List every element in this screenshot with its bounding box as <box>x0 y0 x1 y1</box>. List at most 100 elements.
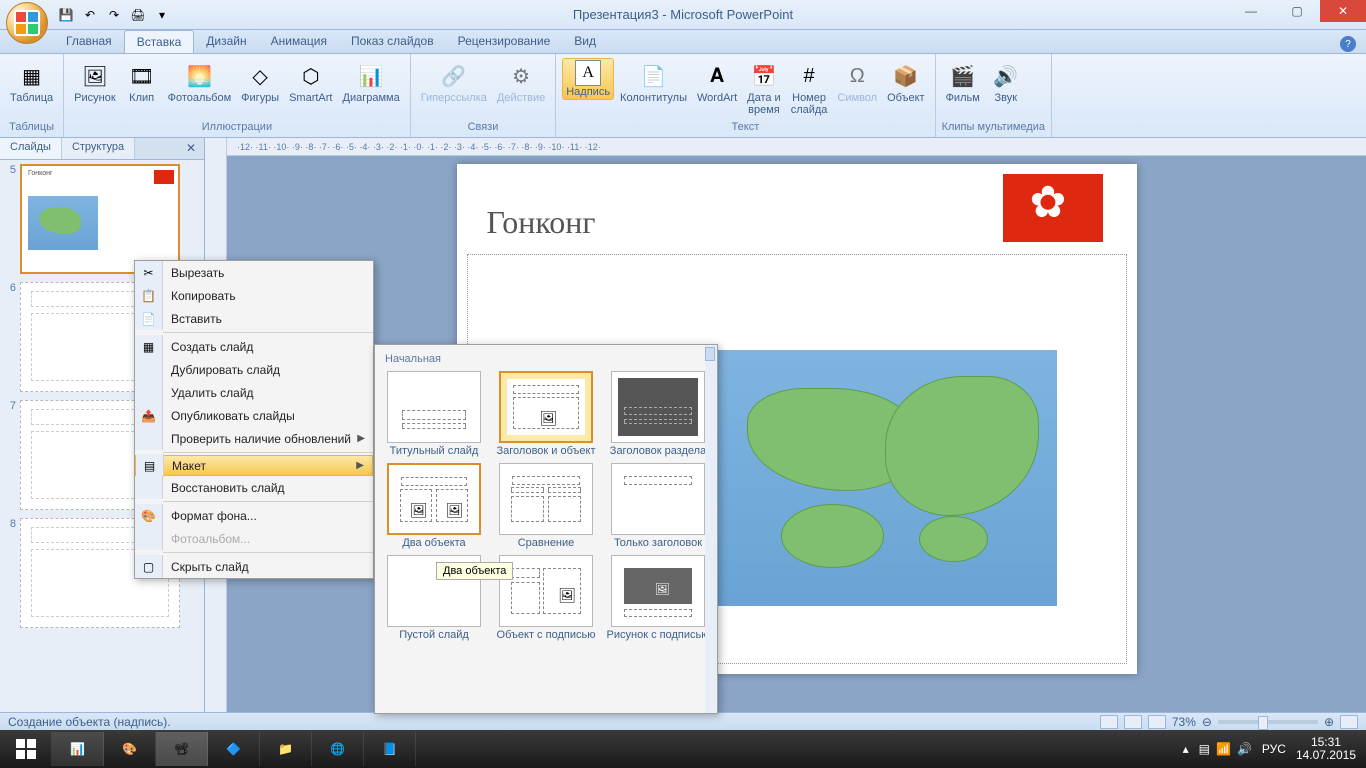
layout-option[interactable]: Сравнение <box>493 463 599 549</box>
ribbon-tab-3[interactable]: Анимация <box>259 30 339 53</box>
layout-option[interactable]: 🖼Заголовок и объект <box>493 371 599 457</box>
textbox-icon: A <box>575 60 601 86</box>
slide-title-text[interactable]: Гонконг <box>487 204 596 241</box>
taskbar-explorer-icon[interactable]: 📁 <box>260 732 312 766</box>
number-button[interactable]: #Номерслайда <box>787 58 832 118</box>
menu-item-icon: ▤ <box>136 454 164 477</box>
layout-option[interactable]: 🖼Рисунок с подписью <box>605 555 711 641</box>
taskbar-powerpoint-icon[interactable]: 📽 <box>156 732 208 766</box>
zoom-in-button[interactable]: ⊕ <box>1324 715 1334 729</box>
layout-option[interactable]: 🖼🖼Два объекта <box>381 463 487 549</box>
view-normal-button[interactable] <box>1100 715 1118 729</box>
context-menu-item[interactable]: Дублировать слайд <box>135 358 373 381</box>
table-button[interactable]: ▦Таблица <box>6 58 57 106</box>
tab-slides[interactable]: Слайды <box>0 138 62 159</box>
chart-button[interactable]: 📊Диаграмма <box>339 58 404 106</box>
save-icon[interactable]: 💾 <box>56 5 76 25</box>
slide-thumbnail[interactable]: Гонконг <box>20 164 180 274</box>
zoom-out-button[interactable]: ⊖ <box>1202 715 1212 729</box>
tray-date[interactable]: 14.07.2015 <box>1296 749 1356 762</box>
textbox-button[interactable]: AНадпись <box>562 58 614 100</box>
ribbon-tab-4[interactable]: Показ слайдов <box>339 30 446 53</box>
header-button[interactable]: 📄Колонтитулы <box>616 58 691 106</box>
context-menu-item[interactable]: Удалить слайд <box>135 381 373 404</box>
undo-icon[interactable]: ↶ <box>80 5 100 25</box>
taskbar-app-icon[interactable]: 🔷 <box>208 732 260 766</box>
tray-network-icon[interactable]: 📶 <box>1216 742 1231 756</box>
start-button[interactable] <box>0 732 52 766</box>
context-menu-item[interactable]: Восстановить слайд <box>135 476 373 499</box>
group-label: Текст <box>562 121 928 135</box>
layout-scrollbar[interactable] <box>705 345 717 713</box>
menu-item-icon: ▦ <box>135 335 163 358</box>
tray-language[interactable]: РУС <box>1262 742 1286 756</box>
context-menu-item[interactable]: 🎨Формат фона... <box>135 504 373 527</box>
context-menu-item[interactable]: ▦Создать слайд <box>135 335 373 358</box>
wordart-button[interactable]: 𝐀WordArt <box>693 58 741 106</box>
print-icon[interactable]: 🖨 <box>128 5 148 25</box>
view-sorter-button[interactable] <box>1124 715 1142 729</box>
tab-outline[interactable]: Структура <box>62 138 135 159</box>
smartart-button[interactable]: ⬡SmartArt <box>285 58 336 106</box>
maximize-button[interactable]: ▢ <box>1274 0 1320 22</box>
redo-icon[interactable]: ↷ <box>104 5 124 25</box>
ribbon-tab-5[interactable]: Рецензирование <box>446 30 563 53</box>
tray-volume-icon[interactable]: 🔊 <box>1237 742 1252 756</box>
context-menu-item[interactable]: ▢Скрыть слайд <box>135 555 373 578</box>
taskbar-paint-icon[interactable]: 🎨 <box>104 732 156 766</box>
menu-item-icon <box>135 527 163 550</box>
clip-button[interactable]: 🎞Клип <box>122 58 162 106</box>
zoom-level: 73% <box>1172 715 1196 729</box>
ribbon-tab-0[interactable]: Главная <box>54 30 124 53</box>
header-icon: 📄 <box>638 60 670 92</box>
help-button[interactable]: ? <box>1340 36 1356 52</box>
context-menu-item[interactable]: 📄Вставить <box>135 307 373 330</box>
ribbon-group: 🎬Фильм🔊ЗвукКлипы мультимедиа <box>936 54 1052 137</box>
layout-option[interactable]: Заголовок раздела <box>605 371 711 457</box>
symbol-button: ΩСимвол <box>833 58 881 106</box>
ribbon-tab-2[interactable]: Дизайн <box>194 30 258 53</box>
context-menu-item[interactable]: 📋Копировать <box>135 284 373 307</box>
picture-icon: 🖼 <box>79 60 111 92</box>
group-label: Таблицы <box>6 121 57 135</box>
tray-action-center-icon[interactable]: ▤ <box>1199 742 1210 756</box>
window-title: Презентация3 - Microsoft PowerPoint <box>573 7 793 22</box>
zoom-slider[interactable] <box>1218 720 1318 724</box>
date-button[interactable]: 📅Дата ивремя <box>743 58 785 118</box>
taskbar-word-icon[interactable]: 📘 <box>364 732 416 766</box>
fit-button[interactable] <box>1340 715 1358 729</box>
context-menu-item[interactable]: 📤Опубликовать слайды <box>135 404 373 427</box>
qat-dropdown-icon[interactable]: ▾ <box>152 5 172 25</box>
symbol-icon: Ω <box>841 60 873 92</box>
context-menu-item[interactable]: ✂Вырезать <box>135 261 373 284</box>
layout-submenu: Начальная Титульный слайд🖼Заголовок и об… <box>374 344 718 714</box>
layout-option[interactable]: Титульный слайд <box>381 371 487 457</box>
wordart-icon: 𝐀 <box>701 60 733 92</box>
office-logo-icon <box>14 10 40 36</box>
context-menu-item[interactable]: ▤Макет▶ <box>135 455 373 476</box>
menu-item-icon <box>135 381 163 404</box>
panel-close-button[interactable]: ✕ <box>178 138 204 159</box>
slide-number: 6 <box>4 282 20 392</box>
taskbar-excel-icon[interactable]: 📊 <box>52 732 104 766</box>
system-tray: ▴ ▤ 📶 🔊 РУС 15:31 14.07.2015 <box>1183 736 1366 762</box>
office-button[interactable] <box>6 2 48 44</box>
view-slideshow-button[interactable] <box>1148 715 1166 729</box>
hong-kong-flag-icon[interactable] <box>1003 174 1103 242</box>
object-button[interactable]: 📦Объект <box>883 58 928 106</box>
tray-up-icon[interactable]: ▴ <box>1183 742 1189 756</box>
context-menu-item[interactable]: Проверить наличие обновлений▶ <box>135 427 373 450</box>
map-image[interactable] <box>713 350 1057 606</box>
ribbon-tab-6[interactable]: Вид <box>562 30 608 53</box>
sound-button[interactable]: 🔊Звук <box>986 58 1026 106</box>
minimize-button[interactable]: — <box>1228 0 1274 22</box>
layout-option[interactable]: Только заголовок <box>605 463 711 549</box>
close-button[interactable]: ✕ <box>1320 0 1366 22</box>
taskbar-chrome-icon[interactable]: 🌐 <box>312 732 364 766</box>
shapes-button[interactable]: ◇Фигуры <box>237 58 283 106</box>
status-text: Создание объекта (надпись). <box>8 715 171 729</box>
ribbon-tab-1[interactable]: Вставка <box>124 30 195 53</box>
movie-button[interactable]: 🎬Фильм <box>942 58 984 106</box>
picture-button[interactable]: 🖼Рисунок <box>70 58 120 106</box>
album-button[interactable]: 🌅Фотоальбом <box>164 58 236 106</box>
